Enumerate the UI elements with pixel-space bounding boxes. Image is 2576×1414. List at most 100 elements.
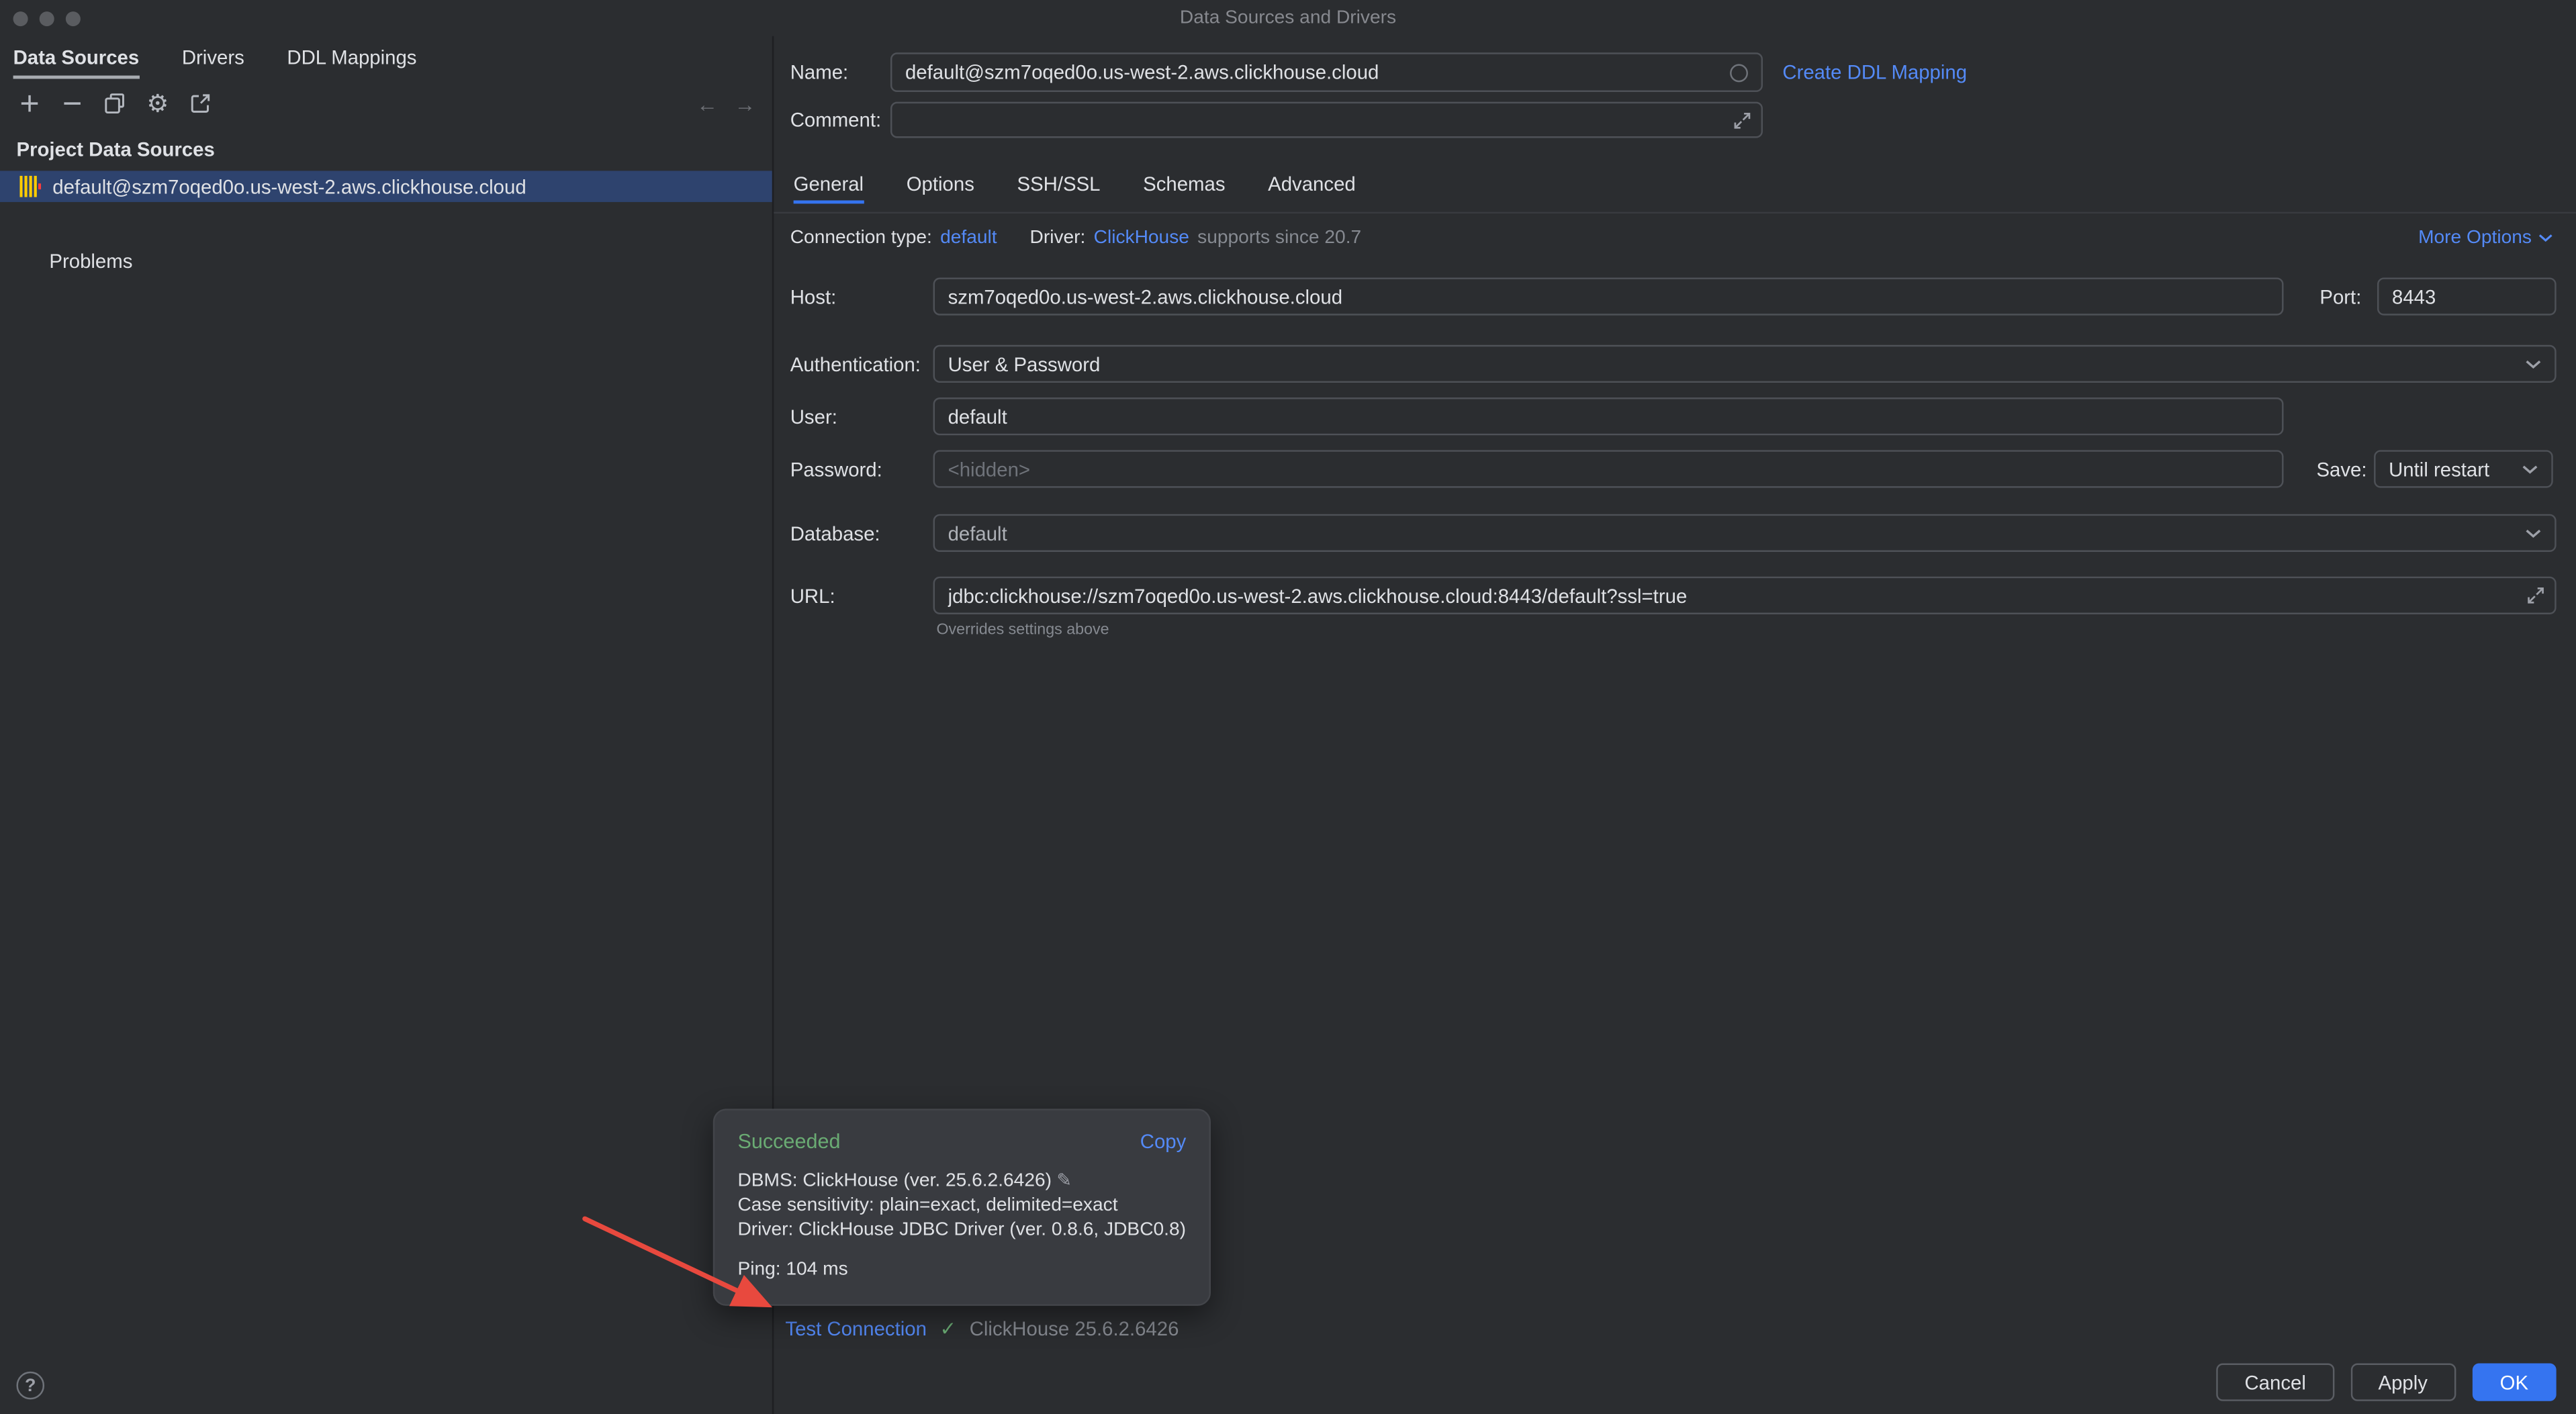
database-row: Database: default	[774, 514, 2576, 552]
database-label: Database:	[790, 522, 933, 545]
connection-type-label: Connection type:	[790, 228, 932, 248]
driver-link[interactable]: ClickHouse	[1094, 228, 1189, 248]
test-connection-result-popup: Succeeded Copy DBMS: ClickHouse (ver. 25…	[713, 1109, 1211, 1306]
driver-line: Driver: ClickHouse JDBC Driver (ver. 0.8…	[737, 1219, 1186, 1243]
tab-ssh-ssl[interactable]: SSH/SSL	[1017, 164, 1100, 204]
password-input[interactable]	[935, 457, 2282, 480]
open-in-new-window-icon[interactable]	[187, 91, 214, 117]
popup-header: Succeeded Copy	[737, 1130, 1186, 1153]
window-minimize-button[interactable]	[40, 11, 54, 26]
tab-schemas[interactable]: Schemas	[1143, 164, 1225, 204]
case-sensitivity-line: Case sensitivity: plain=exact, delimited…	[737, 1194, 1186, 1219]
host-field	[933, 277, 2284, 315]
user-field	[933, 397, 2284, 435]
name-row: Name: Create DDL Mapping	[774, 52, 2576, 92]
apply-button[interactable]: Apply	[2350, 1364, 2456, 1401]
url-label: URL:	[790, 584, 933, 607]
user-label: User:	[790, 405, 933, 428]
host-label: Host:	[790, 285, 933, 308]
chevron-down-icon	[2522, 464, 2538, 474]
tab-data-sources[interactable]: Data Sources	[13, 46, 140, 69]
name-field	[890, 52, 1763, 92]
copy-link[interactable]: Copy	[1140, 1130, 1187, 1153]
data-sources-dialog: Data Sources and Drivers Data Sources Dr…	[0, 0, 2576, 1414]
data-source-name: default@szm7oqed0o.us-west-2.aws.clickho…	[52, 175, 526, 198]
url-row: URL:	[774, 577, 2576, 614]
authentication-label: Authentication:	[790, 352, 933, 375]
port-field	[2377, 277, 2557, 315]
driver-note: supports since 20.7	[1197, 228, 1361, 248]
data-source-tree-item-selected[interactable]: default@szm7oqed0o.us-west-2.aws.clickho…	[0, 171, 772, 201]
port-label: Port:	[2319, 285, 2368, 308]
chevron-down-icon	[2525, 359, 2541, 369]
save-combo[interactable]: Until restart	[2374, 450, 2553, 487]
password-field	[933, 450, 2284, 487]
database-value: default	[948, 522, 1007, 545]
name-label: Name:	[790, 61, 890, 84]
test-connection-row: Test Connection ✓ ClickHouse 25.6.2.6426	[785, 1314, 1179, 1344]
more-options-link[interactable]: More Options	[2418, 228, 2553, 248]
test-connection-link[interactable]: Test Connection	[785, 1317, 927, 1340]
user-row: User:	[774, 397, 2576, 435]
tab-general[interactable]: General	[794, 164, 864, 204]
comment-input[interactable]	[892, 108, 1733, 131]
expand-field-icon[interactable]	[1733, 111, 1751, 129]
url-override-note: Overrides settings above	[936, 621, 1109, 639]
back-arrow-icon[interactable]: ←	[696, 91, 718, 116]
success-check-icon: ✓	[940, 1317, 957, 1340]
connection-result-status: Succeeded	[737, 1130, 840, 1153]
ok-button[interactable]: OK	[2472, 1364, 2557, 1401]
data-source-toolbar: ⚙ ← →	[0, 85, 772, 122]
window-title: Data Sources and Drivers	[0, 0, 2576, 36]
comment-row: Comment:	[774, 102, 2576, 138]
history-nav: ← →	[696, 91, 755, 116]
connection-status-text: ClickHouse 25.6.2.6426	[970, 1317, 1179, 1340]
forward-arrow-icon[interactable]: →	[735, 91, 756, 116]
left-panel-tabs: Data Sources Drivers DDL Mappings	[0, 36, 772, 79]
tab-ddl-mappings[interactable]: DDL Mappings	[287, 46, 416, 69]
duplicate-icon[interactable]	[102, 91, 128, 117]
dbms-line: DBMS: ClickHouse (ver. 25.6.2.6426)✎	[737, 1170, 1186, 1194]
help-icon[interactable]: ?	[16, 1372, 44, 1400]
tab-drivers[interactable]: Drivers	[182, 46, 244, 69]
expand-field-icon[interactable]	[2527, 586, 2545, 604]
port-input[interactable]	[2379, 285, 2555, 308]
url-input[interactable]	[935, 584, 2527, 607]
save-label: Save:	[2316, 457, 2367, 480]
gear-icon[interactable]: ⚙	[144, 91, 171, 117]
host-row: Host: Port:	[774, 277, 2576, 315]
name-progress-indicator-icon	[1730, 63, 1748, 81]
project-data-sources-heading: Project Data Sources	[16, 138, 214, 161]
url-field	[933, 577, 2557, 614]
comment-label: Comment:	[790, 108, 890, 131]
password-row: Password: Save: Until restart	[774, 450, 2576, 487]
problems-section[interactable]: Problems	[49, 250, 132, 273]
database-combo[interactable]: default	[933, 514, 2557, 552]
host-input[interactable]	[935, 285, 2282, 308]
connection-type-link[interactable]: default	[940, 228, 997, 248]
user-input[interactable]	[935, 405, 2282, 428]
tab-advanced[interactable]: Advanced	[1268, 164, 1356, 204]
authentication-row: Authentication: User & Password	[774, 345, 2576, 383]
window-titlebar: Data Sources and Drivers	[0, 0, 2576, 36]
window-zoom-button[interactable]	[66, 11, 81, 26]
comment-field	[890, 102, 1763, 138]
cancel-button[interactable]: Cancel	[2217, 1364, 2334, 1401]
chevron-down-icon	[2525, 528, 2541, 538]
dialog-buttons: Cancel Apply OK	[2217, 1364, 2557, 1401]
tabs-separator	[774, 212, 2576, 214]
name-input[interactable]	[892, 61, 1730, 84]
window-close-button[interactable]	[13, 11, 28, 26]
authentication-combo[interactable]: User & Password	[933, 345, 2557, 383]
password-label: Password:	[790, 457, 933, 480]
tab-options[interactable]: Options	[907, 164, 974, 204]
chevron-down-icon	[2538, 233, 2553, 243]
create-ddl-mapping-link[interactable]: Create DDL Mapping	[1782, 61, 1967, 84]
connection-type-row: Connection type: default Driver: ClickHo…	[774, 225, 2576, 251]
save-value: Until restart	[2389, 457, 2489, 480]
remove-data-source-button[interactable]	[59, 91, 85, 117]
popup-details: DBMS: ClickHouse (ver. 25.6.2.6426)✎ Cas…	[737, 1170, 1186, 1243]
edit-pencil-icon[interactable]: ✎	[1056, 1171, 1072, 1190]
authentication-value: User & Password	[948, 352, 1101, 375]
add-data-source-button[interactable]	[16, 91, 42, 117]
